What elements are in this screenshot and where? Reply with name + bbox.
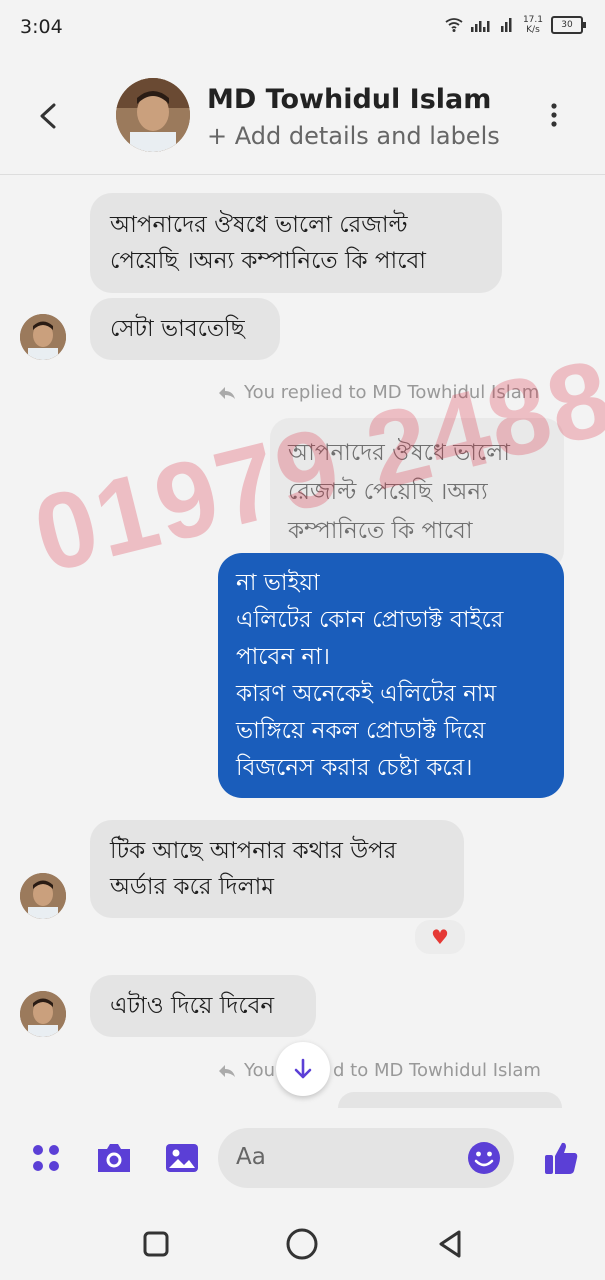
- reply-note-text-end: d to MD Towhidul Islam: [333, 1060, 541, 1081]
- sender-avatar[interactable]: [20, 991, 66, 1037]
- message-bubble-incoming[interactable]: এটাও দিয়ে দিবেন: [90, 975, 316, 1037]
- net-speed-value: 17.1: [522, 15, 543, 25]
- battery-icon: 30: [551, 16, 586, 34]
- triangle-nav-icon: [439, 1230, 461, 1258]
- more-options-button[interactable]: [544, 100, 564, 130]
- sender-avatar[interactable]: [20, 873, 66, 919]
- message-line: না ভাইয়া: [236, 570, 320, 596]
- back-nav-button[interactable]: [430, 1224, 470, 1264]
- emoji-button[interactable]: [464, 1138, 504, 1178]
- system-nav-bar: [0, 1206, 605, 1280]
- back-button[interactable]: [34, 96, 64, 136]
- camera-button[interactable]: [94, 1138, 134, 1178]
- message-line: ভাঙ্গিয়ে নকল প্রোডাক্ট দিয়ে: [236, 718, 486, 744]
- menu-dots-icon: [33, 1145, 59, 1171]
- status-icons: 17.1 K/s 30: [445, 15, 586, 35]
- net-speed: 17.1 K/s: [523, 15, 543, 35]
- message-line: সেটা ভাবতেছি: [110, 316, 245, 342]
- message-line: অর্ডার করে দিলাম: [110, 874, 275, 900]
- message-line: পেয়েছি ।অন্য কম্পানিতে কি পাবো: [110, 248, 426, 274]
- message-line: বিজনেস করার চেষ্টা করে।: [236, 755, 473, 781]
- home-button[interactable]: [282, 1224, 322, 1264]
- reply-note: You: [218, 1060, 275, 1081]
- gallery-button[interactable]: [162, 1138, 202, 1178]
- like-icon: [545, 1142, 578, 1174]
- reply-note-text-start: You: [244, 1060, 276, 1081]
- message-line: পাবেন না।: [236, 644, 330, 670]
- message-bubble-incoming[interactable]: আপনাদের ঔষধে ভালো রেজাল্ট পেয়েছি ।অন্য …: [90, 193, 502, 293]
- menu-button[interactable]: [26, 1138, 66, 1178]
- status-bar: 3:04 17.1 K/s 30: [0, 0, 605, 56]
- arrow-down-icon: [294, 1058, 312, 1079]
- camera-icon: [98, 1144, 130, 1172]
- chevron-back-icon: [40, 103, 56, 129]
- like-button[interactable]: [541, 1138, 581, 1178]
- signal-icon: [470, 21, 490, 32]
- chat-header: MD Towhidul Islam + Add details and labe…: [0, 56, 605, 175]
- scroll-to-bottom-button[interactable]: [276, 1042, 330, 1096]
- message-input-placeholder: Aa: [236, 1144, 266, 1170]
- reply-icon: [219, 386, 235, 399]
- message-line: এটাও দিয়ে দিবেন: [110, 993, 275, 1019]
- message-bubble-outgoing[interactable]: না ভাইয়া এলিটের কোন প্রোডাক্ট বাইরে পাব…: [218, 553, 564, 798]
- wifi-icon: [445, 18, 463, 32]
- heart-reaction[interactable]: ♥: [413, 918, 467, 956]
- heart-icon: ♥: [431, 925, 449, 949]
- circle-nav-icon: [286, 1228, 318, 1260]
- image-icon: [166, 1144, 198, 1172]
- message-line: আপনাদের ঔষধে ভালো রেজাল্ট: [110, 212, 408, 238]
- net-speed-unit: K/s: [526, 25, 540, 35]
- message-line: টিক আছে আপনার কথার উপর: [110, 838, 397, 864]
- message-composer: Aa: [0, 1108, 605, 1206]
- square-nav-icon: [143, 1231, 169, 1257]
- more-vertical-icon: [551, 103, 557, 127]
- contact-avatar[interactable]: [116, 78, 190, 152]
- sender-avatar[interactable]: [20, 314, 66, 360]
- message-bubble-incoming[interactable]: টিক আছে আপনার কথার উপর অর্ডার করে দিলাম: [90, 820, 464, 918]
- contact-name[interactable]: MD Towhidul Islam: [207, 84, 491, 115]
- reply-note: d to MD Towhidul Islam: [333, 1060, 541, 1081]
- message-bubble-incoming[interactable]: সেটা ভাবতেছি: [90, 298, 280, 360]
- reply-icon: [219, 1064, 235, 1077]
- recent-apps-button[interactable]: [136, 1224, 176, 1264]
- status-time: 3:04: [20, 16, 63, 38]
- emoji-icon: [468, 1142, 500, 1174]
- message-line: কারণ অনেকেই এলিটের নাম: [236, 681, 497, 707]
- signal-icon-2: [500, 18, 512, 32]
- message-line: এলিটের কোন প্রোডাক্ট বাইরে: [236, 607, 504, 633]
- add-details-link[interactable]: + Add details and labels: [207, 122, 500, 150]
